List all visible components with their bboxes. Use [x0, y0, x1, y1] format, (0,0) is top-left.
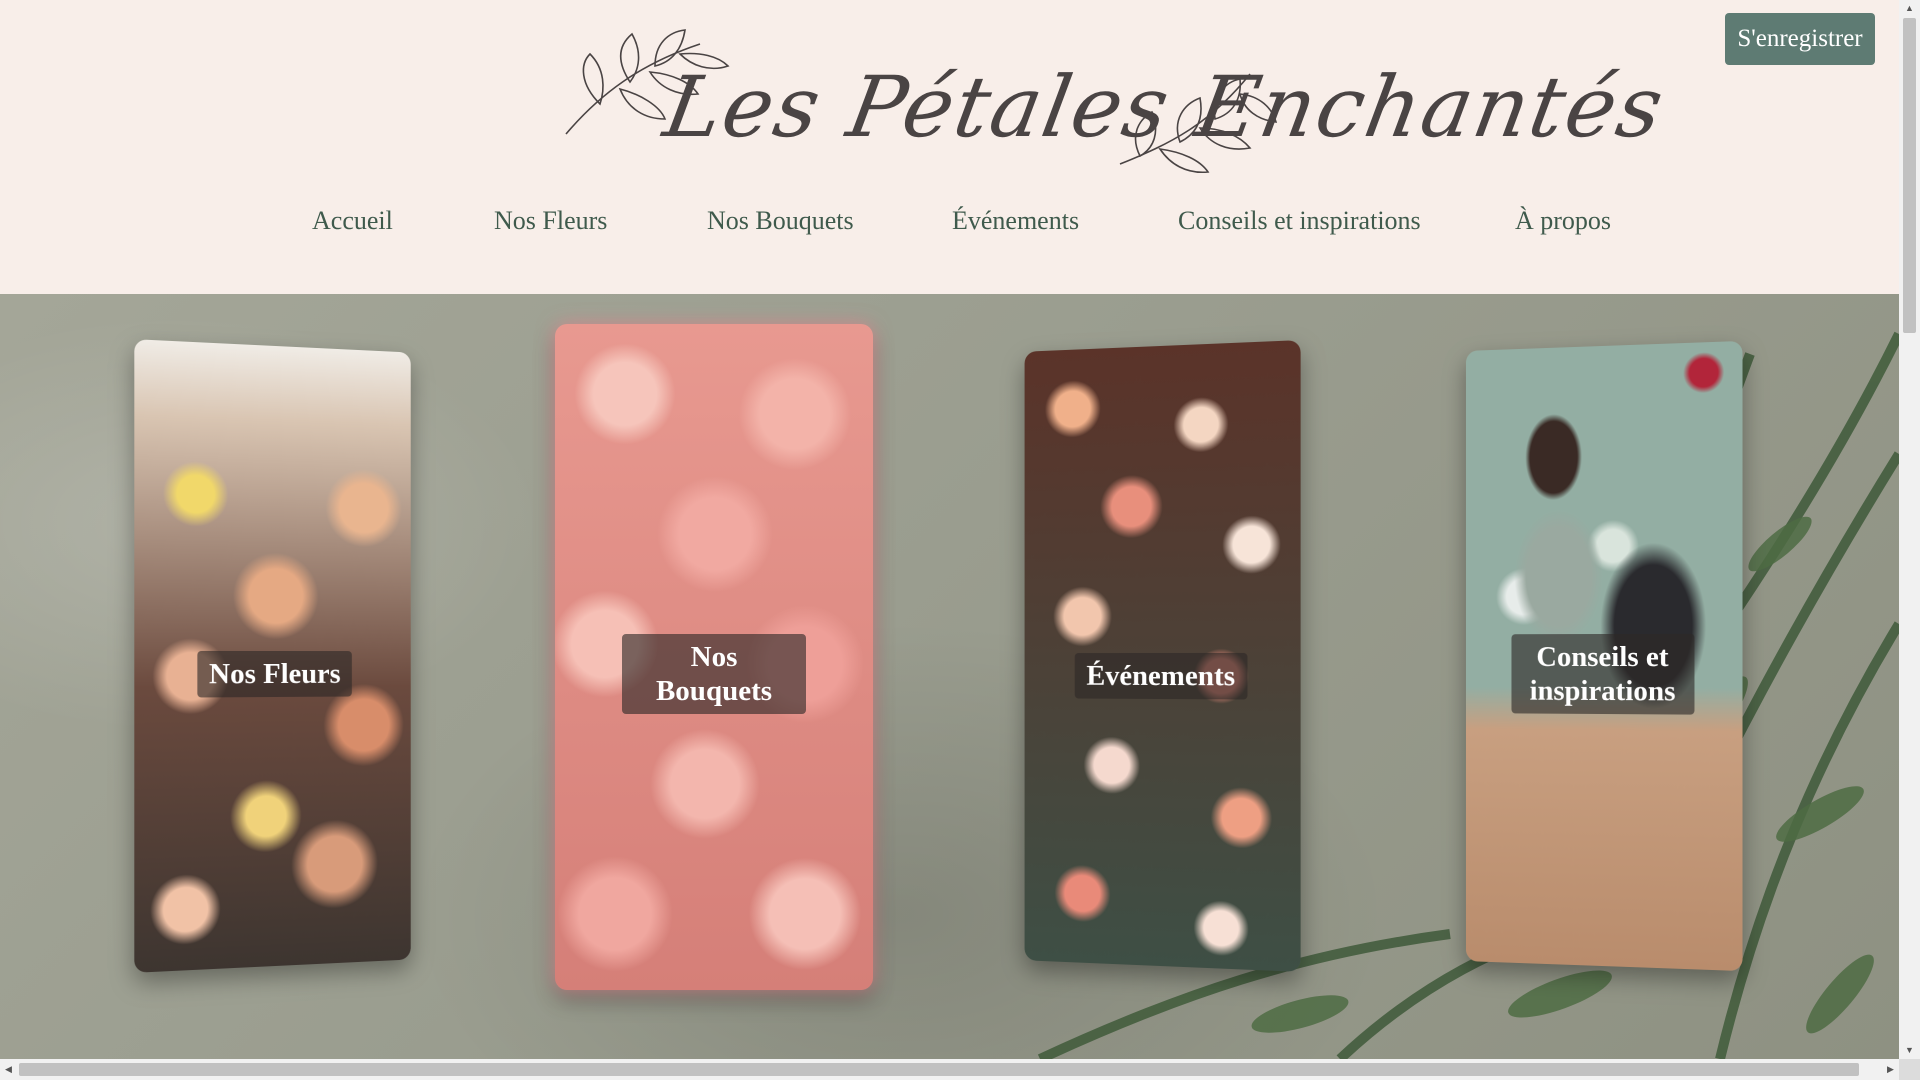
- vertical-scrollbar[interactable]: ▲ ▼: [1899, 0, 1920, 1059]
- horizontal-scrollbar[interactable]: ◀ ▶: [0, 1059, 1899, 1080]
- nav-item-nos-bouquets[interactable]: Nos Bouquets: [707, 206, 854, 236]
- card-nos-fleurs[interactable]: Nos Fleurs: [134, 339, 411, 973]
- nav-item-evenements[interactable]: Événements: [952, 206, 1079, 236]
- card-label: Conseils et inspirations: [1511, 633, 1695, 715]
- site-header: Les Pétales Enchantés S'enregistrer Accu…: [0, 0, 1899, 294]
- card-label: Événements: [1074, 652, 1248, 700]
- site-logo[interactable]: Les Pétales Enchantés: [560, 24, 1672, 194]
- card-label: Nos Bouquets: [622, 634, 806, 714]
- nav-item-a-propos[interactable]: À propos: [1515, 206, 1611, 236]
- scroll-right-icon[interactable]: ▶: [1882, 1059, 1899, 1080]
- nav-item-accueil[interactable]: Accueil: [312, 206, 393, 236]
- vertical-scroll-thumb[interactable]: [1903, 18, 1916, 333]
- main-nav: Accueil Nos Fleurs Nos Bouquets Événemen…: [0, 206, 1899, 246]
- scroll-down-icon[interactable]: ▼: [1899, 1042, 1920, 1059]
- card-nos-bouquets[interactable]: Nos Bouquets: [555, 324, 873, 990]
- horizontal-scroll-thumb[interactable]: [19, 1063, 1859, 1076]
- nav-item-nos-fleurs[interactable]: Nos Fleurs: [494, 206, 607, 236]
- card-label: Nos Fleurs: [196, 650, 353, 698]
- scrollbar-corner: [1899, 1059, 1920, 1080]
- card-evenements[interactable]: Événements: [1024, 340, 1301, 972]
- card-conseils[interactable]: Conseils et inspirations: [1465, 340, 1743, 972]
- scroll-left-icon[interactable]: ◀: [0, 1059, 17, 1080]
- hero-section: Nos Fleurs Nos Bouquets Événements Conse…: [0, 294, 1899, 1059]
- nav-item-conseils[interactable]: Conseils et inspirations: [1178, 206, 1421, 236]
- scroll-up-icon[interactable]: ▲: [1899, 0, 1920, 17]
- logo-text: Les Pétales Enchantés: [657, 58, 1672, 156]
- register-button[interactable]: S'enregistrer: [1725, 13, 1875, 65]
